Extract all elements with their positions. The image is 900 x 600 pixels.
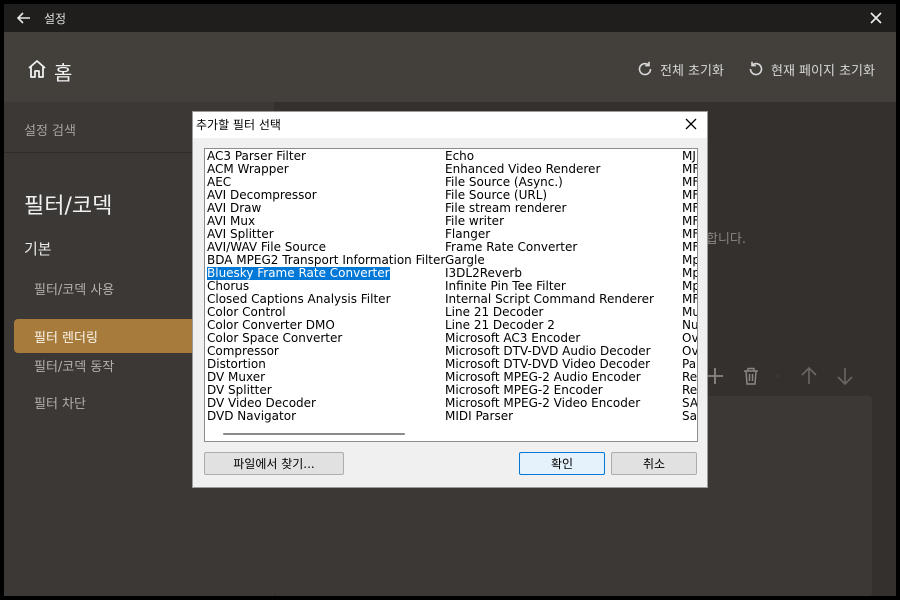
settings-search-input[interactable]: 설정 검색: [24, 120, 76, 139]
app-root: 설정 홈 전체 초기화 현재 페이지 초기화 설정 검색 필터/코덱 기본 필터…: [0, 0, 900, 600]
refresh-icon: [638, 61, 652, 76]
home-icon: [28, 60, 46, 78]
page-title: 홈: [54, 61, 73, 85]
window-close-button[interactable]: [866, 8, 886, 28]
ok-button[interactable]: 확인: [519, 452, 605, 475]
browse-file-button[interactable]: 파일에서 찾기...: [204, 452, 344, 475]
filter-list-item[interactable]: Sa: [682, 410, 697, 423]
dialog-title-bar: 추가할 필터 선택: [193, 112, 707, 138]
arrow-down-icon[interactable]: [834, 365, 856, 387]
reset-page-label: 현재 페이지 초기화: [771, 63, 875, 79]
window-title: 설정: [44, 12, 67, 26]
filter-list-item[interactable]: MIDI Parser: [445, 410, 513, 423]
filter-listbox[interactable]: AC3 Parser Filter ACM Wrapper AEC AVI Decom…: [204, 148, 698, 442]
sidebar-item-label: 필터 렌더링: [34, 331, 98, 346]
reset-page-button[interactable]: 현재 페이지 초기화: [747, 60, 875, 79]
section-basic: 기본: [24, 240, 52, 258]
add-filter-dialog: 추가할 필터 선택 AC3 Parser Filter ACM Wrapper AE…: [192, 111, 708, 488]
sidebar-item-filter-codec-behavior[interactable]: 필터/코덱 동작: [34, 356, 114, 375]
page-header: 홈 전체 초기화 현재 페이지 초기화: [4, 32, 896, 102]
horizontal-scrollbar[interactable]: [205, 426, 697, 441]
sidebar-item-filter-block[interactable]: 필터 차단: [34, 393, 86, 412]
close-icon: [870, 12, 882, 24]
dialog-title: 추가할 필터 선택: [196, 118, 281, 132]
sidebar-item-filter-codec-use[interactable]: 필터/코덱 사용: [34, 279, 114, 298]
horizontal-scrollbar-thumb[interactable]: [223, 433, 405, 435]
back-button[interactable]: [14, 8, 34, 28]
title-bar: 설정: [4, 4, 896, 32]
reset-all-label: 전체 초기화: [660, 63, 724, 79]
cancel-button[interactable]: 취소: [611, 452, 697, 475]
arrow-up-icon[interactable]: [798, 365, 820, 387]
arrow-left-icon: [16, 12, 30, 24]
dialog-close-icon[interactable]: [683, 116, 699, 132]
reset-all-button[interactable]: 전체 초기화: [636, 60, 724, 79]
sidebar-title: 필터/코덱: [24, 194, 113, 219]
undo-icon: [749, 61, 763, 76]
filter-list-item[interactable]: DVD Navigator: [207, 410, 296, 423]
trash-icon[interactable]: [740, 365, 762, 387]
separator-icon: [777, 374, 778, 378]
main-hint-text: 합니다.: [706, 232, 747, 247]
filter-toolbar: [704, 364, 856, 388]
